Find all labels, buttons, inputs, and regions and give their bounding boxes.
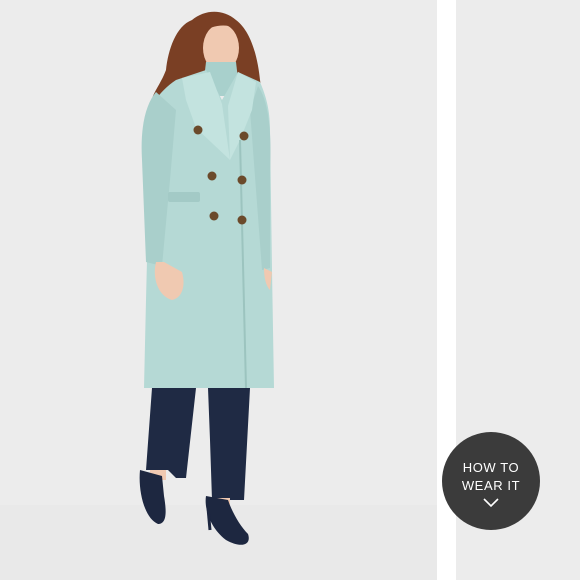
product-image-panel [0, 0, 437, 580]
model-photo [139, 11, 274, 545]
how-to-wear-line-2: WEAR IT [461, 477, 521, 493]
how-to-wear-line-1: HOW TO [462, 459, 520, 475]
chevron-down-icon [483, 497, 499, 507]
how-to-wear-it-button[interactable]: HOW TO WEAR IT [442, 432, 540, 530]
